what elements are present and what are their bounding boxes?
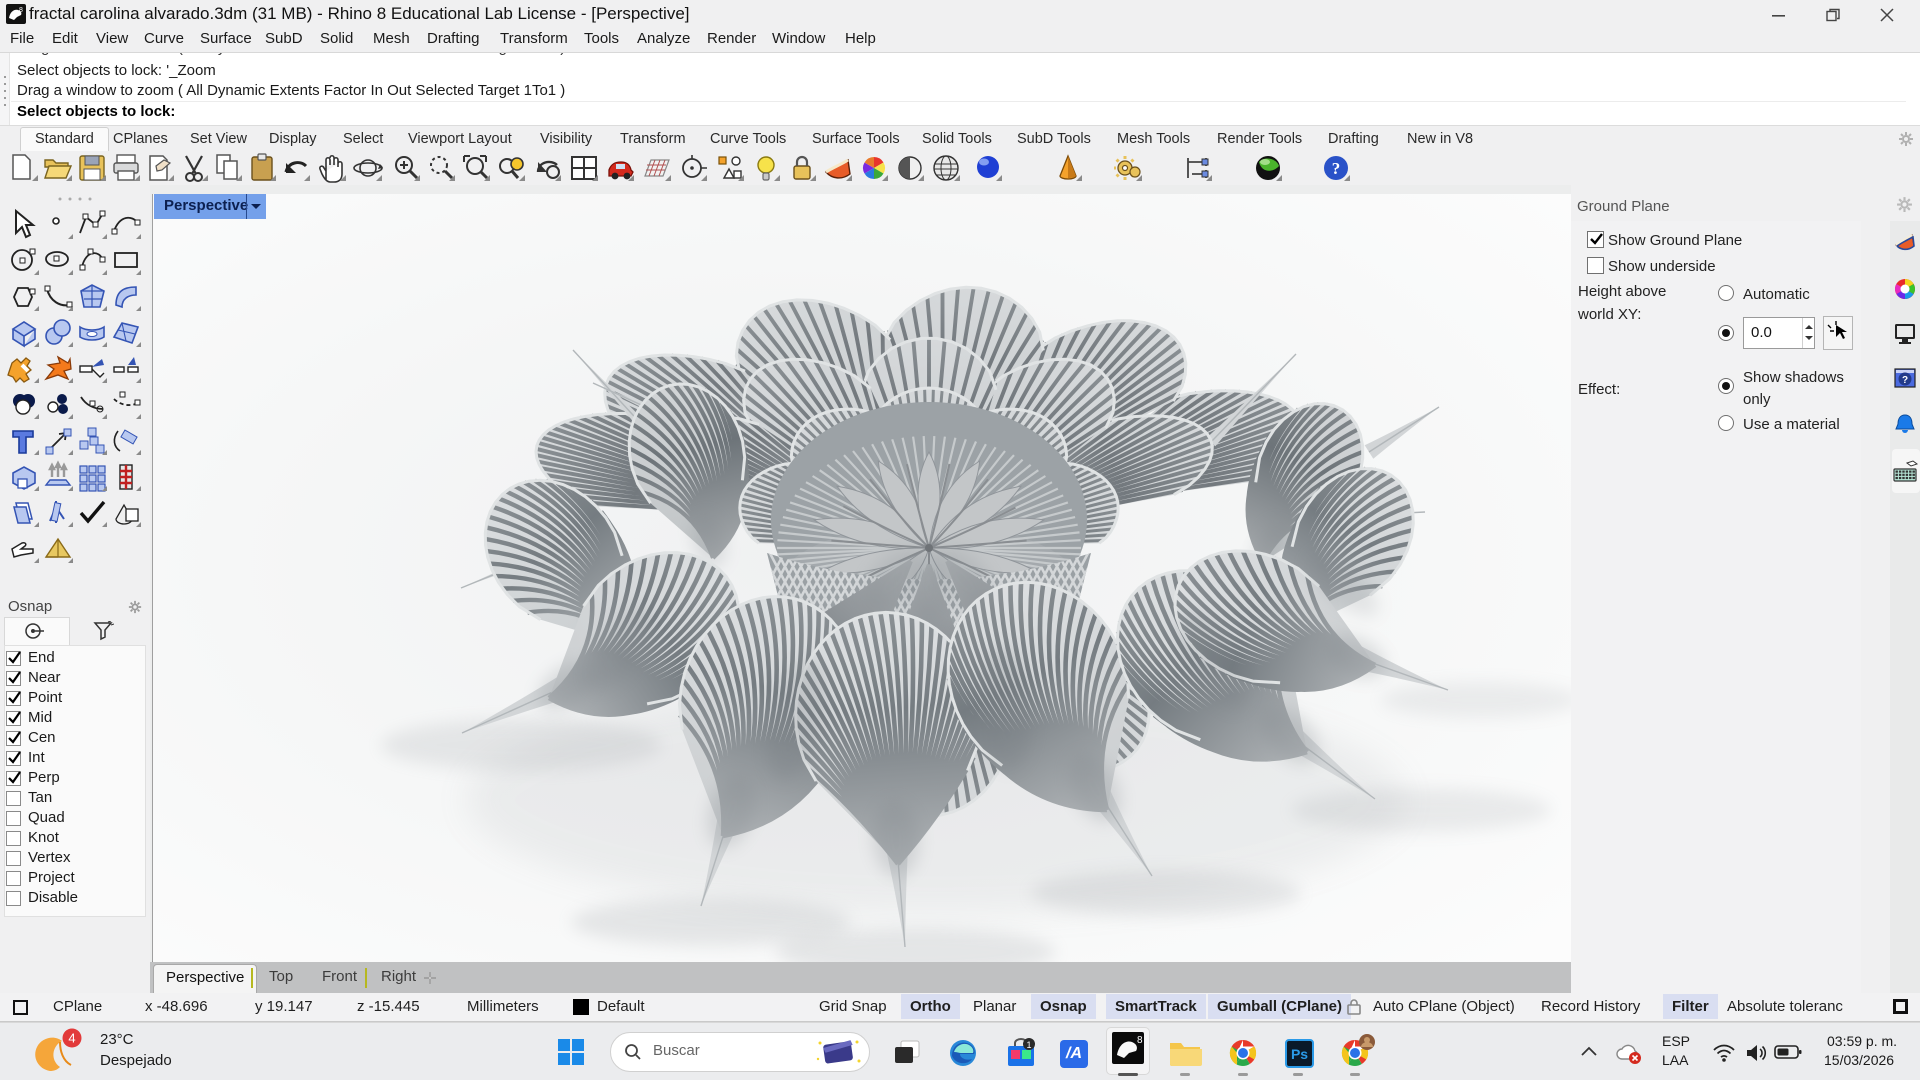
svg-text:?: ?	[1902, 375, 1908, 386]
svg-text:1: 1	[1026, 1040, 1031, 1050]
svg-text:8: 8	[19, 7, 23, 14]
svg-text:8: 8	[1137, 1035, 1143, 1046]
svg-text:?: ?	[1332, 159, 1341, 178]
svg-text:4: 4	[68, 1031, 75, 1046]
